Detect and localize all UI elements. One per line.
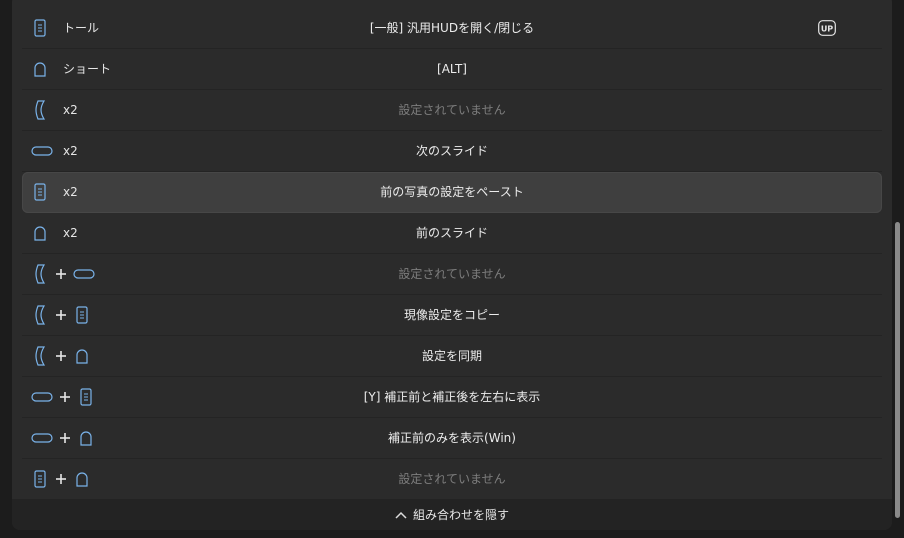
action-label: [一般] 汎用HUDを開く/閉じる <box>369 21 535 35</box>
action-label: 前のスライド <box>415 226 488 240</box>
hide-combinations-label: 組み合わせを隠す <box>412 508 509 522</box>
shortcut-row[interactable]: x2 前の写真の設定をペースト <box>22 172 882 213</box>
shortcut-row[interactable]: x2 次のスライド <box>22 131 882 172</box>
shortcut-row[interactable]: 補正前のみを表示(Win) <box>22 418 882 459</box>
action-label: 前の写真の設定をペースト <box>380 185 524 199</box>
action-label: 設定されていません <box>398 472 506 486</box>
shortcut-row[interactable]: 設定を同期 <box>22 336 882 377</box>
action-label: [Y] 補正前と補正後を左右に表示 <box>363 390 541 404</box>
action-label: [ALT] <box>437 62 467 76</box>
action-label: 設定されていません <box>398 103 506 117</box>
action-label: 設定されていません <box>398 267 506 281</box>
chevron-up-icon <box>395 511 407 519</box>
hide-combinations-button[interactable]: 組み合わせを隠す <box>12 499 892 530</box>
action-label: 設定を同期 <box>421 349 482 363</box>
shortcut-panel: トール [一般] 汎用HUDを開く/閉じる UP ショート [ALT] x2 設定されていま… <box>12 0 892 530</box>
up-badge-icon: UP <box>818 20 836 36</box>
action-label: 補正前のみを表示(Win) <box>388 431 516 445</box>
shortcut-row[interactable]: ショート [ALT] <box>22 49 882 90</box>
shortcut-row[interactable]: 設定されていません <box>22 459 882 500</box>
shortcut-row[interactable]: x2 設定されていません <box>22 90 882 131</box>
action-label: 現像設定をコピー <box>403 308 500 322</box>
scrollbar-thumb[interactable] <box>895 222 900 518</box>
action-label: 次のスライド <box>415 144 488 158</box>
shortcut-row[interactable]: 設定されていません <box>22 254 882 295</box>
shortcut-row[interactable]: [Y] 補正前と補正後を左右に表示 <box>22 377 882 418</box>
shortcut-row[interactable]: トール [一般] 汎用HUDを開く/閉じる UP <box>22 8 882 49</box>
shortcut-row[interactable]: 現像設定をコピー <box>22 295 882 336</box>
svg-text:UP: UP <box>821 25 833 34</box>
shortcut-row[interactable]: x2 前のスライド <box>22 213 882 254</box>
